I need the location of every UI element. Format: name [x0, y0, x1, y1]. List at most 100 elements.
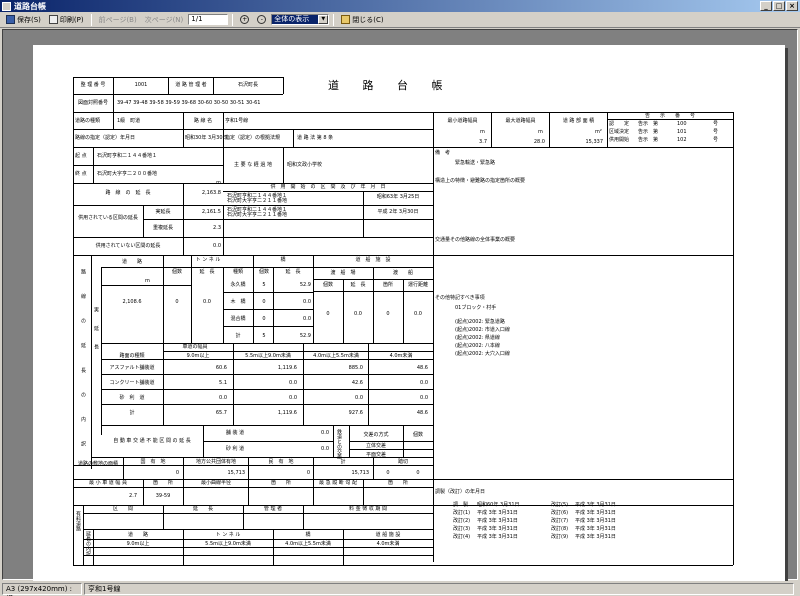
breakdown-width: 4.0m未満 [376, 541, 400, 547]
print-button[interactable]: 印刷(P) [46, 13, 87, 26]
max-width-value: 28.0 [533, 139, 545, 145]
service-section-2-date: 平成 2年 3月30日 [377, 209, 419, 215]
toll-section-header: 区 間 [112, 506, 133, 512]
maximize-button[interactable]: □ [773, 1, 785, 11]
status-bar: A3 (297x420mm) : 横 亨和1号線 [0, 581, 800, 596]
rule-line [101, 267, 102, 435]
not-in-use-label: 供用されていない区間の延長 [95, 243, 161, 249]
rule-line [363, 479, 364, 505]
rule-line [303, 343, 304, 425]
breakdown-width: 5.5m以上9.0m未満 [205, 541, 251, 547]
zoom-in-button[interactable]: + [237, 13, 252, 26]
land-public-value: 15,713 [227, 470, 246, 476]
width-col-header: 4.0m以上5.5m未満 [313, 353, 359, 359]
road-ledger-form: 道 路 台 帳 整 理 番 号 1001 道 路 管 理 者 石沢町長 図面対照番号 39-… [73, 77, 734, 566]
rule-line [113, 112, 114, 129]
breakdown-ferry-header: 道 船 施 設 [375, 532, 401, 538]
min-curve-label: 最小曲線半径 [200, 480, 231, 486]
unit-m2: m² [595, 129, 602, 135]
rule-line [83, 513, 433, 514]
certification-law-label: 指定（認定）の根拠法規 [225, 135, 281, 141]
prev-page-button[interactable]: 前ページ(B) [96, 13, 140, 26]
notice-suffix: 号 [713, 129, 719, 135]
rule-line [549, 112, 550, 147]
breakdown-bridge-header: 橋 [305, 532, 311, 538]
map-no-label: 図面対照番号 [77, 100, 108, 106]
toll-manager-header: 管 理 者 [263, 506, 283, 512]
zoom-out-button[interactable]: - [254, 13, 269, 26]
revision-date: 平成 3年 3月31日 [477, 510, 518, 516]
rule-line [101, 389, 433, 390]
route-name-label: 路 線 名 [193, 118, 213, 124]
surface-length: 1,119.6 [277, 365, 297, 371]
unit-m: m [145, 278, 150, 284]
bridge-type-header: 種類 [232, 269, 243, 275]
rule-line [313, 457, 314, 479]
rule-line [283, 77, 284, 94]
rule-line [183, 205, 184, 255]
rule-line [93, 529, 94, 565]
width-col-header: 9.0m以上 [186, 353, 210, 359]
road-kind-value: 1級 町道 [117, 118, 141, 124]
next-page-button[interactable]: 次ページ(N) [142, 13, 187, 26]
notice-number: 101 [677, 129, 687, 135]
rule-line [83, 539, 433, 540]
rule-line [223, 292, 313, 293]
rule-line [163, 343, 164, 425]
rule-line [303, 505, 304, 529]
close-button[interactable]: 閉じる(C) [338, 13, 386, 26]
rule-line [223, 309, 313, 310]
remarks-value: 緊急輸送・緊急路 [455, 160, 496, 166]
rule-line [73, 565, 733, 566]
surface-length: 0.0 [420, 380, 428, 386]
zoom-select-value: 全体の表示 [272, 15, 319, 24]
surface-length: 0.0 [219, 395, 227, 401]
zoom-in-icon: + [240, 15, 250, 24]
minimize-button[interactable]: _ [760, 1, 772, 11]
rule-line [223, 191, 433, 192]
land-total-header: 計 [340, 459, 346, 465]
rule-line [253, 255, 254, 343]
revision-label: 改訂(7) [551, 518, 569, 524]
zoom-select[interactable]: 全体の表示 ▼ [271, 14, 330, 25]
save-icon [6, 15, 15, 24]
special-note-line: (起点)2002: 八本線 [455, 343, 500, 349]
land-private-value: 0 [306, 470, 310, 476]
bridge-length-header: 延 長 [285, 269, 301, 275]
grade-separated-label: 立体交差 [365, 443, 386, 449]
window-title: 道路台帳 [14, 1, 46, 11]
rule-line [143, 205, 144, 237]
paved-length-value: 0.0 [321, 430, 329, 436]
paved-road-label: 舗 装 道 [225, 430, 245, 436]
service-section-1-date: 昭和63年 3月25日 [376, 194, 420, 200]
route-length-value: 2,163.8 [201, 190, 221, 196]
rule-line [123, 457, 124, 479]
toolbar: 保存(S) 印刷(P) 前ページ(B) 次ページ(N) 1/1 + - 全体の表… [0, 12, 800, 28]
rule-line [83, 529, 433, 530]
page-number-input[interactable]: 1/1 [188, 14, 229, 25]
surface-type: 砂 利 道 [119, 395, 145, 401]
surface-length: 927.6 [348, 410, 363, 416]
save-button[interactable]: 保存(S) [3, 13, 44, 26]
traffic-note-label: 交通量その他路線の全体事業の概要 [435, 237, 516, 243]
notice-kind: 認 定 [609, 121, 630, 127]
road-area-label: 道 路 部 面 積 [562, 118, 595, 124]
via-point-value: 昭和文政小学校 [287, 162, 323, 168]
rule-line [403, 279, 404, 343]
rule-line [163, 255, 164, 343]
rule-line [91, 255, 92, 469]
rule-line [223, 326, 313, 327]
land-total-value: 15,713 [351, 470, 370, 476]
close-window-button[interactable]: × [786, 1, 798, 11]
revision-date: 平成 3年 3月31日 [575, 518, 616, 524]
rule-line [183, 479, 184, 505]
rule-line [223, 112, 224, 129]
rule-line [101, 343, 433, 344]
notice-suffix: 号 [713, 137, 719, 143]
chevron-down-icon[interactable]: ▼ [318, 15, 329, 24]
rule-line [607, 119, 733, 120]
notice-number: 100 [677, 121, 687, 127]
surface-length: 0.0 [289, 380, 297, 386]
bridge-length: 52.9 [299, 333, 311, 339]
ferry-col-header: 個数 [322, 282, 333, 288]
